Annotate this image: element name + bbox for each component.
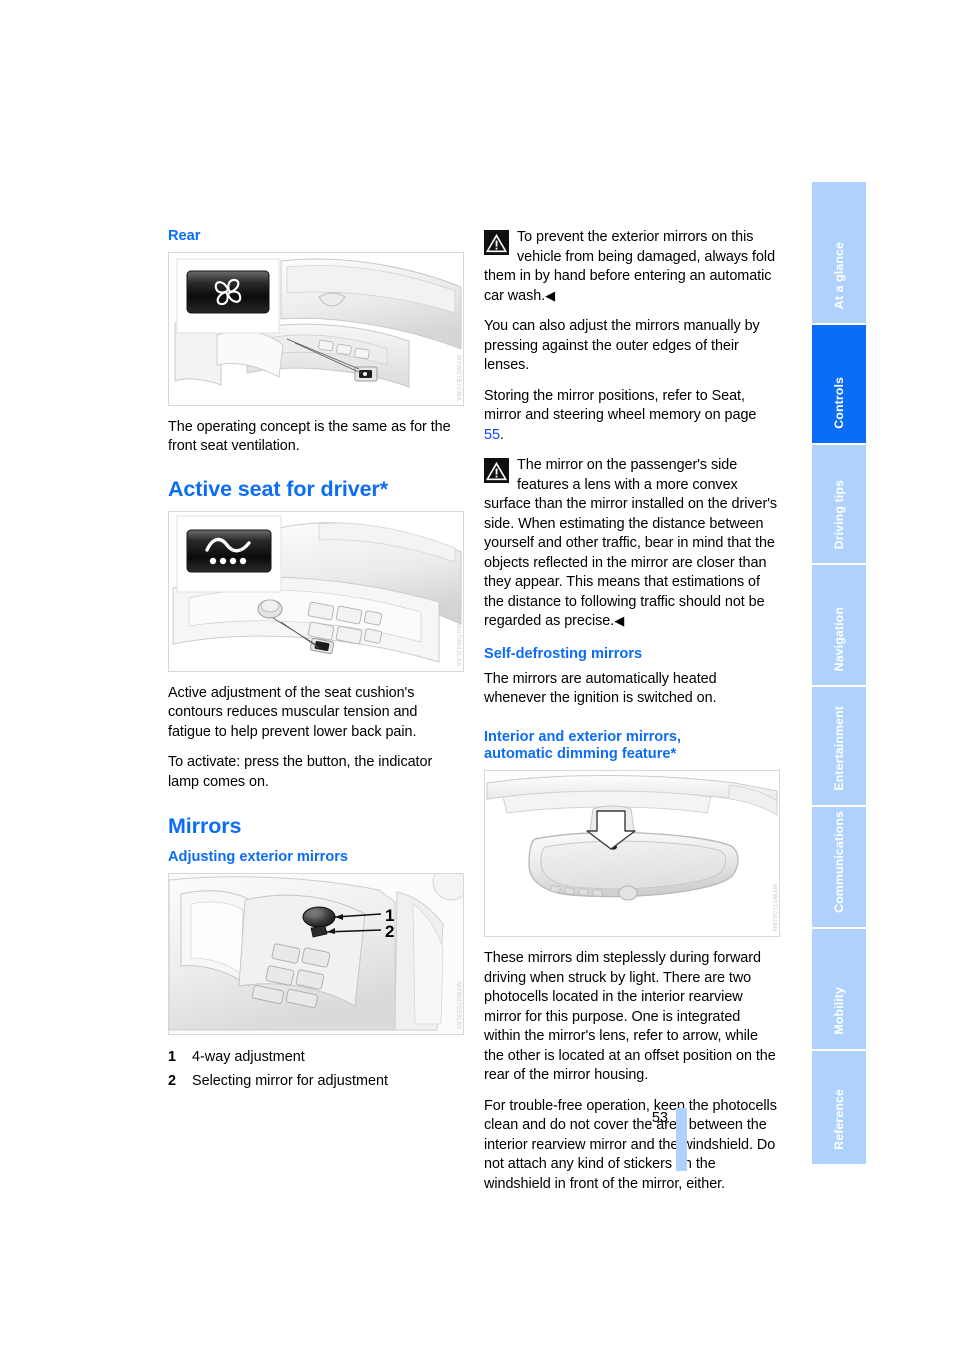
self-defrosting-mirrors-heading: Self-defrosting mirrors <box>484 645 643 662</box>
sidebar-tab-label: Entertainment <box>832 706 846 791</box>
self-defrosting-body: The mirrors are automatically heated whe… <box>484 670 717 707</box>
active-seat-illustration <box>169 511 463 671</box>
auto-dimming-heading-line2: automatic dimming feature* <box>484 746 677 763</box>
warning-paragraph-convex-lens: The mirror on the passenger's side featu… <box>484 456 780 632</box>
door-panel-mirror-controls-figure: 1 2 MYW07C53LAY <box>168 873 464 1036</box>
door-panel-illustration: 1 2 <box>169 874 463 1035</box>
sidebar-tab-controls[interactable]: Controls <box>812 325 866 445</box>
sidebar-tab-communications[interactable]: Communications <box>812 807 866 929</box>
active-seat-body-2: To activate: press the button, the indic… <box>168 754 433 790</box>
sidebar-tab-mobility[interactable]: Mobility <box>812 929 866 1051</box>
auto-dimming-heading: Interior and exterior mirrors, automatic… <box>484 729 780 765</box>
figure-legend: 1 4-way adjustment 2 Selecting mirror fo… <box>168 1047 464 1092</box>
figure-watermark: MYW07C53LAY <box>455 982 461 1031</box>
sidebar-tab-entertainment[interactable]: Entertainment <box>812 687 866 807</box>
mirrors-heading: Mirrors <box>168 814 242 839</box>
sidebar-tab-driving-tips[interactable]: Driving tips <box>812 445 866 565</box>
sidebar-tab-reference[interactable]: Reference <box>812 1051 866 1164</box>
warning-triangle-icon <box>484 458 509 484</box>
page-number: 53 <box>651 1110 668 1126</box>
end-mark: ◀ <box>614 613 624 629</box>
rear-body-text: The operating concept is the same as for… <box>168 418 451 455</box>
manual-page: Rear MYW07B7CMA The operating concept is… <box>0 0 954 1351</box>
legend-number: 1 <box>168 1049 177 1066</box>
memory-reference-suffix: . <box>499 426 504 443</box>
left-column: Rear MYW07B7CMA The operating concept is… <box>168 228 464 1094</box>
right-column: To prevent the exterior mirrors on this … <box>484 228 780 1194</box>
page-number-bar <box>676 1108 687 1171</box>
warning-paragraph-car-wash: To prevent the exterior mirrors on this … <box>484 228 780 306</box>
active-seat-body-1: Active adjustment of the seat cushion's … <box>168 684 418 740</box>
sidebar-tab-label: Controls <box>832 377 846 429</box>
sidebar-tab-navigation[interactable]: Navigation <box>812 565 866 687</box>
sidebar-tab-label: Communications <box>832 811 846 913</box>
memory-reference-text: Storing the mirror positions, refer to S… <box>484 387 757 424</box>
rear-heading: Rear <box>168 228 201 244</box>
legend-item: 1 4-way adjustment <box>168 1047 464 1069</box>
auto-dimming-heading-line1: Interior and exterior mirrors, <box>484 728 682 745</box>
interior-rearview-mirror-figure: MYW07L0A1Ms <box>484 770 780 938</box>
manual-adjust-paragraph: You can also adjust the mirrors manually… <box>484 318 760 374</box>
sidebar-tab-label: Mobility <box>832 987 846 1035</box>
sidebar-tab-label: Navigation <box>832 606 846 671</box>
warning-text: The mirror on the passenger's side featu… <box>484 457 778 630</box>
legend-item: 2 Selecting mirror for adjustment <box>168 1071 464 1093</box>
active-seat-button-figure: MYW07H6A2LXA <box>168 510 464 672</box>
auto-dimming-body-1: These mirrors dim steplessly during forw… <box>484 950 776 1084</box>
figure-watermark: MYW07H6A2LXA <box>455 614 461 667</box>
legend-text: 4-way adjustment <box>192 1049 305 1066</box>
legend-text: Selecting mirror for adjustment <box>192 1072 388 1089</box>
chapter-tab-sidebar: At a glance Controls Driving tips Naviga… <box>812 182 866 1168</box>
legend-number: 2 <box>168 1072 177 1089</box>
sidebar-tab-label: Reference <box>832 1089 846 1150</box>
sidebar-tab-label: At a glance <box>832 241 846 309</box>
figure-watermark: MYW07L0A1Ms <box>771 884 777 933</box>
rear-seat-ventilation-illustration <box>169 252 463 405</box>
end-mark: ◀ <box>545 287 555 303</box>
sidebar-tab-label: Driving tips <box>832 479 846 549</box>
warning-triangle-icon <box>484 230 509 255</box>
figure-callout-2: 2 <box>385 922 394 941</box>
sidebar-tab-at-a-glance[interactable]: At a glance <box>812 182 866 325</box>
rearview-mirror-illustration <box>485 771 779 937</box>
adjusting-exterior-mirrors-heading: Adjusting exterior mirrors <box>168 849 349 866</box>
active-seat-heading: Active seat for driver* <box>168 476 388 501</box>
page-link-55[interactable]: 55 <box>484 427 500 443</box>
memory-reference-paragraph: Storing the mirror positions, refer to S… <box>484 387 780 446</box>
rear-seat-ventilation-figure: MYW07B7CMA <box>168 251 464 406</box>
figure-watermark: MYW07B7CMA <box>455 354 461 401</box>
warning-text: To prevent the exterior mirrors on this … <box>484 229 776 304</box>
